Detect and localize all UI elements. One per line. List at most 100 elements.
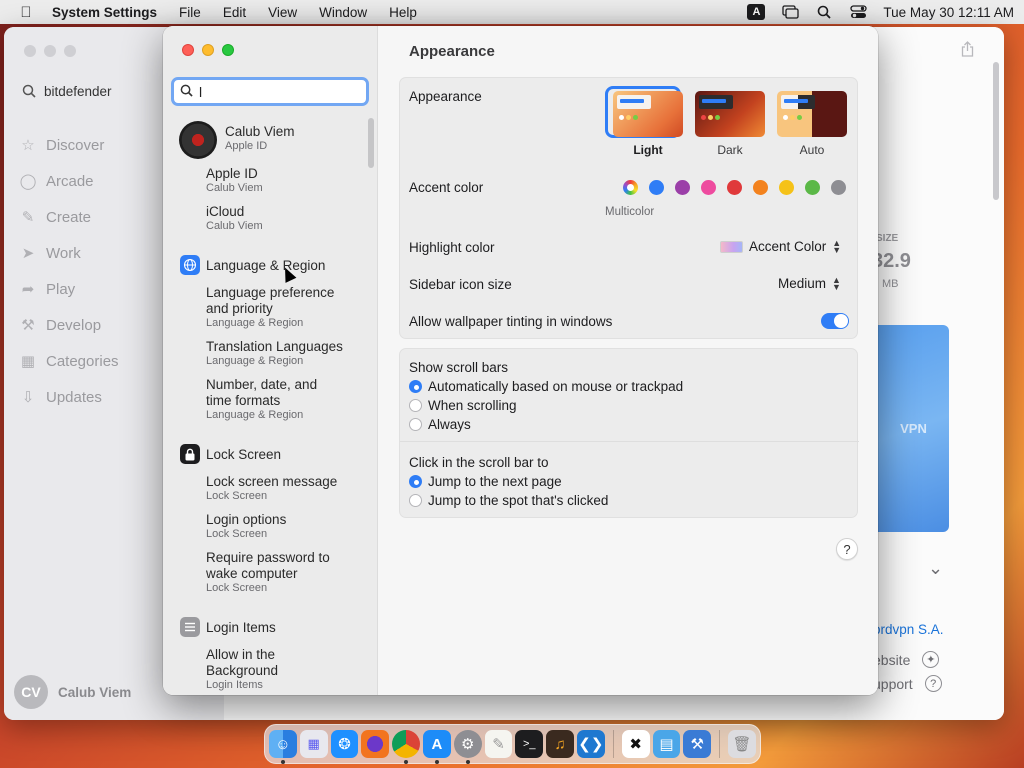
settings-search-box[interactable]: ✕ [171, 77, 389, 106]
nav-discover[interactable]: ☆ Discover [18, 127, 119, 163]
menu-edit[interactable]: Edit [223, 5, 246, 20]
result-lock-screen[interactable]: Lock Screen [206, 447, 281, 463]
click-next-page-radio[interactable]: Jump to the next page [409, 474, 562, 489]
help-button[interactable]: ? [836, 538, 858, 560]
vscode-icon[interactable]: ❮❯ [576, 730, 605, 758]
nav-label: Develop [46, 316, 102, 334]
thumb-dots [783, 115, 802, 120]
result-login-items[interactable]: Login Items [206, 620, 276, 636]
close-button[interactable] [182, 44, 194, 56]
menu-view[interactable]: View [268, 5, 297, 20]
minimize-button[interactable] [202, 44, 214, 56]
accent-color-swatch[interactable] [831, 180, 846, 195]
scroll-always-radio[interactable]: Always [409, 417, 471, 432]
app-store-scrollbar[interactable] [993, 62, 999, 200]
result-icloud[interactable]: iCloud [206, 204, 244, 220]
chrome-icon[interactable] [392, 730, 420, 764]
settings-search-input[interactable] [193, 83, 380, 100]
menu-app-name[interactable]: System Settings [52, 5, 157, 20]
click-spot-radio[interactable]: Jump to the spot that's clicked [409, 493, 608, 508]
finder-icon[interactable]: ☺ [269, 730, 297, 764]
highlight-color-popup[interactable]: Accent Color ▲ ▼ [720, 238, 841, 254]
safari-icon[interactable]: ❂ [330, 730, 359, 758]
accent-multicolor-swatch[interactable] [623, 180, 638, 195]
result-translation-languages[interactable]: Translation Languages [206, 339, 366, 355]
nav-arcade[interactable]: ◯ Arcade [18, 163, 119, 199]
launchpad-icon[interactable]: ▦ [299, 730, 328, 758]
menu-window[interactable]: Window [319, 5, 367, 20]
brush-icon: ✎ [21, 209, 35, 226]
keynote-icon[interactable]: ▤ [652, 730, 681, 758]
accent-color-swatch[interactable] [649, 180, 664, 195]
instruments-icon[interactable]: ♫ [546, 730, 574, 758]
sidebar-icon-size-popup[interactable]: Medium ▲ ▼ [778, 275, 841, 291]
avatar: CV [14, 675, 48, 709]
scroll-auto-radio[interactable]: Automatically based on mouse or trackpad [409, 379, 683, 394]
minimize-button[interactable] [44, 45, 56, 57]
developer-link[interactable]: ordvpn S.A. [873, 622, 944, 637]
zoom-button[interactable] [64, 45, 76, 57]
accent-color-swatch[interactable] [727, 180, 742, 195]
window-controls [182, 44, 234, 56]
result-require-password[interactable]: Require password to wake computer [206, 550, 346, 582]
appearance-auto-option[interactable] [777, 91, 847, 137]
result-lock-screen-message[interactable]: Lock screen message [206, 474, 337, 490]
textedit-icon[interactable]: ✎ [484, 730, 513, 758]
sidebar-scrollbar[interactable] [368, 118, 374, 168]
menu-clock[interactable]: Tue May 30 12:11 AM [883, 5, 1014, 20]
nav-label: Arcade [46, 172, 94, 190]
nav-play[interactable]: ➦ Play [18, 271, 119, 307]
scroll-when-scrolling-radio[interactable]: When scrolling [409, 398, 517, 413]
result-user-name[interactable]: Calub Viem [225, 124, 295, 140]
result-user-subtitle: Apple ID [225, 140, 268, 152]
appearance-light-option[interactable] [613, 91, 683, 137]
accent-color-swatch[interactable] [753, 180, 768, 195]
wallpaper-tint-toggle[interactable] [821, 313, 849, 329]
menu-file[interactable]: File [179, 5, 201, 20]
input-source-icon[interactable]: A [747, 4, 766, 20]
accent-color-swatch[interactable] [675, 180, 690, 195]
zoom-button[interactable] [222, 44, 234, 56]
nav-label: Work [46, 244, 81, 262]
accent-color-swatch[interactable] [805, 180, 820, 195]
chevron-down-icon[interactable]: ⌄ [928, 558, 943, 579]
nav-categories[interactable]: ▦ Categories [18, 343, 119, 379]
xcode-icon[interactable]: ⚒ [683, 730, 712, 758]
nav-updates[interactable]: ⇩ Updates [18, 379, 119, 415]
spotlight-search-icon[interactable] [815, 4, 833, 20]
terminal-icon[interactable]: >_ [515, 730, 544, 758]
control-center-icon[interactable] [849, 4, 867, 20]
result-language-preference[interactable]: Language preference and priority [206, 285, 356, 317]
size-unit: MB [882, 278, 899, 290]
share-icon[interactable] [961, 41, 974, 61]
radio-label: When scrolling [428, 398, 517, 413]
trash-icon[interactable]: 🗑 [728, 730, 756, 758]
rocket-icon: ➦ [21, 281, 35, 298]
menu-help[interactable]: Help [389, 5, 417, 20]
screen-mirroring-icon[interactable] [781, 4, 799, 20]
capcut-icon[interactable]: ✖ [621, 730, 650, 758]
support-link[interactable]: upport ? [873, 675, 942, 692]
result-language-region[interactable]: Language & Region [206, 258, 325, 274]
app-store-icon[interactable]: A [422, 730, 451, 764]
nav-work[interactable]: ➤ Work [18, 235, 119, 271]
highlight-color-label: Highlight color [409, 240, 495, 255]
avatar[interactable] [179, 121, 217, 159]
result-apple-id[interactable]: Apple ID [206, 166, 258, 182]
thumb-bar [620, 99, 644, 103]
website-link[interactable]: ebsite ✦ [873, 651, 940, 668]
system-settings-icon[interactable]: ⚙ [453, 730, 482, 764]
nav-develop[interactable]: ⚒ Develop [18, 307, 119, 343]
accent-color-swatch[interactable] [779, 180, 794, 195]
close-button[interactable] [24, 45, 36, 57]
accent-color-swatch[interactable] [701, 180, 716, 195]
firefox-icon[interactable] [361, 730, 390, 758]
result-allow-background[interactable]: Allow in the Background [206, 647, 316, 679]
app-store-account[interactable]: CV Calub Viem [14, 675, 131, 709]
nav-create[interactable]: ✎ Create [18, 199, 119, 235]
result-number-date-formats[interactable]: Number, date, and time formats [206, 377, 336, 409]
search-icon [180, 84, 193, 100]
result-login-options[interactable]: Login options [206, 512, 286, 528]
apple-menu-icon[interactable]:  [10, 4, 42, 21]
appearance-dark-option[interactable] [695, 91, 765, 137]
